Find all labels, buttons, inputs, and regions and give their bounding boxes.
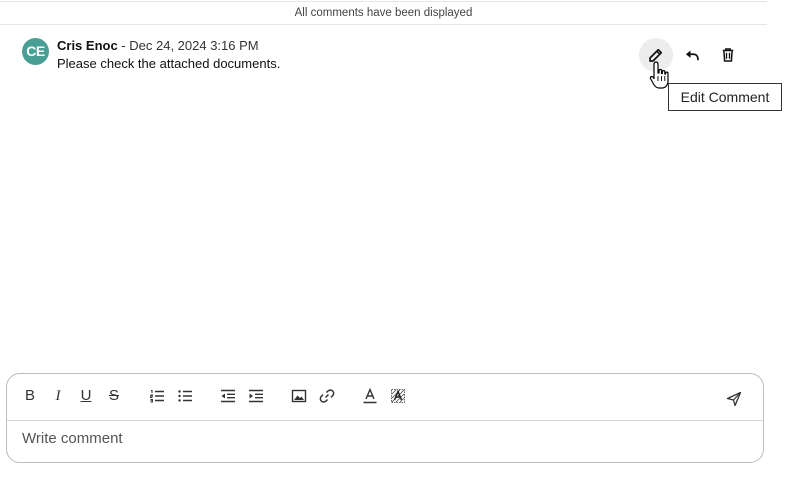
clear-format-button[interactable] [387,385,409,407]
bold-icon: B [24,387,35,404]
delete-comment-button[interactable] [711,38,745,72]
font-color-button[interactable] [359,385,381,407]
edit-comment-tooltip: Edit Comment [668,83,782,111]
bullet-list-button[interactable] [174,385,196,407]
indent-button[interactable] [245,385,267,407]
font-color-icon [363,388,377,404]
underline-button[interactable]: U [75,385,97,407]
comment-author: Cris Enoc [57,38,118,53]
outdent-icon [221,389,235,403]
comment-date: Dec 24, 2024 3:16 PM [129,38,259,53]
underline-icon: U [80,387,92,404]
bullet-list-icon [178,390,192,402]
strikethrough-button[interactable]: S [103,385,125,407]
insert-link-button[interactable] [316,385,338,407]
reply-icon [686,50,699,61]
ordered-list-icon [150,390,164,403]
italic-button[interactable]: I [47,385,69,407]
reply-comment-button[interactable] [675,38,709,72]
ordered-list-button[interactable] [146,385,168,407]
clear-format-icon [391,389,405,403]
send-icon [726,391,742,407]
editor-toolbar: B I U S [7,374,763,421]
bold-button[interactable]: B [19,385,41,407]
italic-icon: I [55,388,61,404]
send-comment-button[interactable] [723,388,745,410]
outdent-button[interactable] [217,385,239,407]
link-icon [319,389,335,403]
comment-editor: B I U S Write comment [6,373,764,463]
write-comment-placeholder: Write comment [22,430,123,447]
comment-meta: Cris Enoc - Dec 24, 2024 3:16 PM [57,38,259,54]
avatar: CE [22,38,49,65]
write-comment-input[interactable]: Write comment [22,430,123,447]
indent-icon [249,389,263,403]
insert-image-button[interactable] [288,385,310,407]
image-icon [291,389,307,403]
banner-text: All comments have been displayed [294,7,473,19]
comment-separator: - [117,38,130,53]
strikethrough-icon: S [108,387,119,404]
all-comments-banner: All comments have been displayed [0,1,767,25]
comment-text: Please check the attached documents. [57,56,281,71]
trash-icon [722,48,734,62]
